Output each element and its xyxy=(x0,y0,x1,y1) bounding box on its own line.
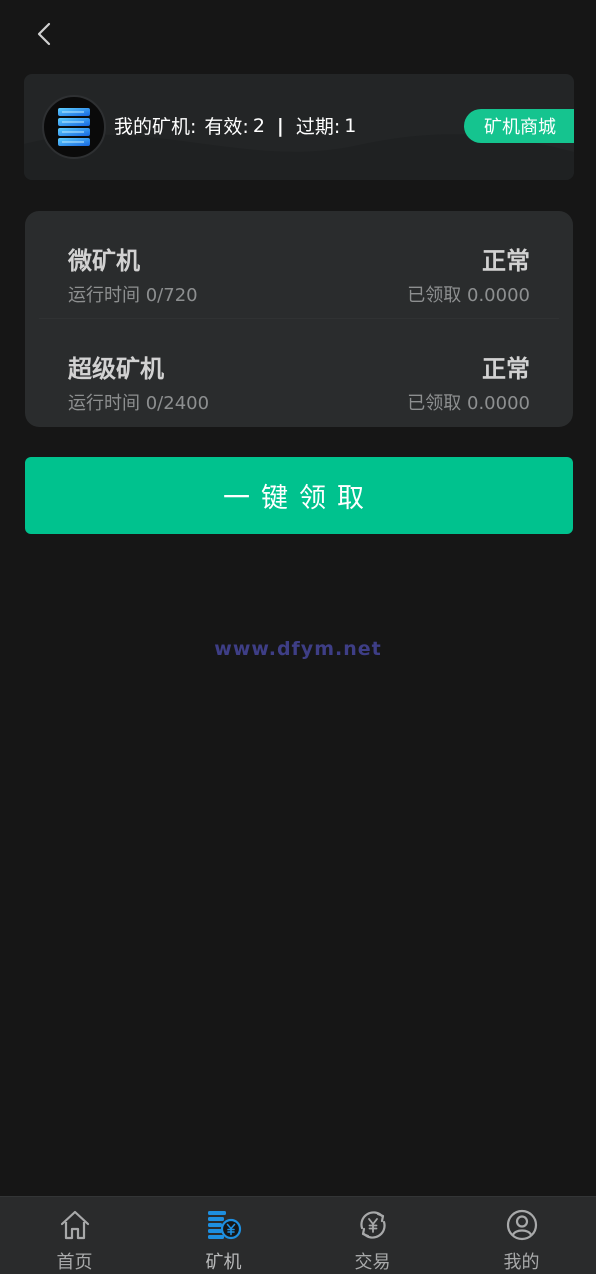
miner-avatar xyxy=(42,95,106,159)
home-icon xyxy=(60,1210,89,1239)
tab-miner[interactable]: 矿机 xyxy=(149,1197,298,1274)
machine-status: 正常 xyxy=(482,247,530,275)
expired-count: 1 xyxy=(344,114,357,137)
machine-name: 微矿机 xyxy=(68,247,140,275)
back-button[interactable] xyxy=(28,18,60,50)
expired-label: 过期: xyxy=(295,116,341,138)
tab-mine[interactable]: 我的 xyxy=(447,1197,596,1274)
machine-status: 正常 xyxy=(482,355,530,383)
machine-runtime: 运行时间 0/2400 xyxy=(68,393,210,414)
tab-label: 我的 xyxy=(503,1252,540,1273)
user-icon xyxy=(506,1209,537,1240)
machine-name: 超级矿机 xyxy=(68,355,164,383)
claim-all-button[interactable]: 一键领取 xyxy=(25,457,573,534)
tab-trade[interactable]: 交易 xyxy=(298,1197,447,1274)
miner-coin-icon xyxy=(207,1210,241,1239)
server-stack-icon xyxy=(58,108,90,146)
machine-runtime: 运行时间 0/720 xyxy=(68,285,198,306)
machine-claimed: 已领取 0.0000 xyxy=(407,393,530,414)
valid-count: 2 xyxy=(252,114,265,137)
valid-label: 有效: xyxy=(204,116,249,138)
tab-label: 矿机 xyxy=(205,1252,242,1273)
tab-label: 交易 xyxy=(354,1252,391,1273)
exchange-yuan-icon xyxy=(359,1210,386,1239)
machine-row[interactable]: 超级矿机 正常 运行时间 0/2400 已领取 0.0000 xyxy=(25,319,573,427)
miner-summary-card: 我的矿机: 有效: 2 | 过期: 1 矿机商城 xyxy=(24,74,574,180)
machine-list: 微矿机 正常 运行时间 0/720 已领取 0.0000 超级矿机 正常 运行时… xyxy=(25,211,573,427)
tab-label: 首页 xyxy=(56,1252,93,1273)
machine-row[interactable]: 微矿机 正常 运行时间 0/720 已领取 0.0000 xyxy=(25,211,573,319)
chevron-left-icon xyxy=(37,22,51,46)
summary-separator: | xyxy=(276,114,284,137)
watermark-text: www.dfym.net xyxy=(214,638,382,660)
tab-home[interactable]: 首页 xyxy=(0,1197,149,1274)
miner-page: 我的矿机: 有效: 2 | 过期: 1 矿机商城 微矿机 正常 运行时间 0/7… xyxy=(0,0,596,1274)
bottom-tabbar: 首页 矿机 交易 我的 xyxy=(0,1196,596,1274)
summary-label: 我的矿机: xyxy=(114,116,197,138)
miner-count-summary: 我的矿机: 有效: 2 | 过期: 1 xyxy=(114,112,356,139)
miner-shop-button[interactable]: 矿机商城 xyxy=(464,109,574,143)
machine-claimed: 已领取 0.0000 xyxy=(407,285,530,306)
